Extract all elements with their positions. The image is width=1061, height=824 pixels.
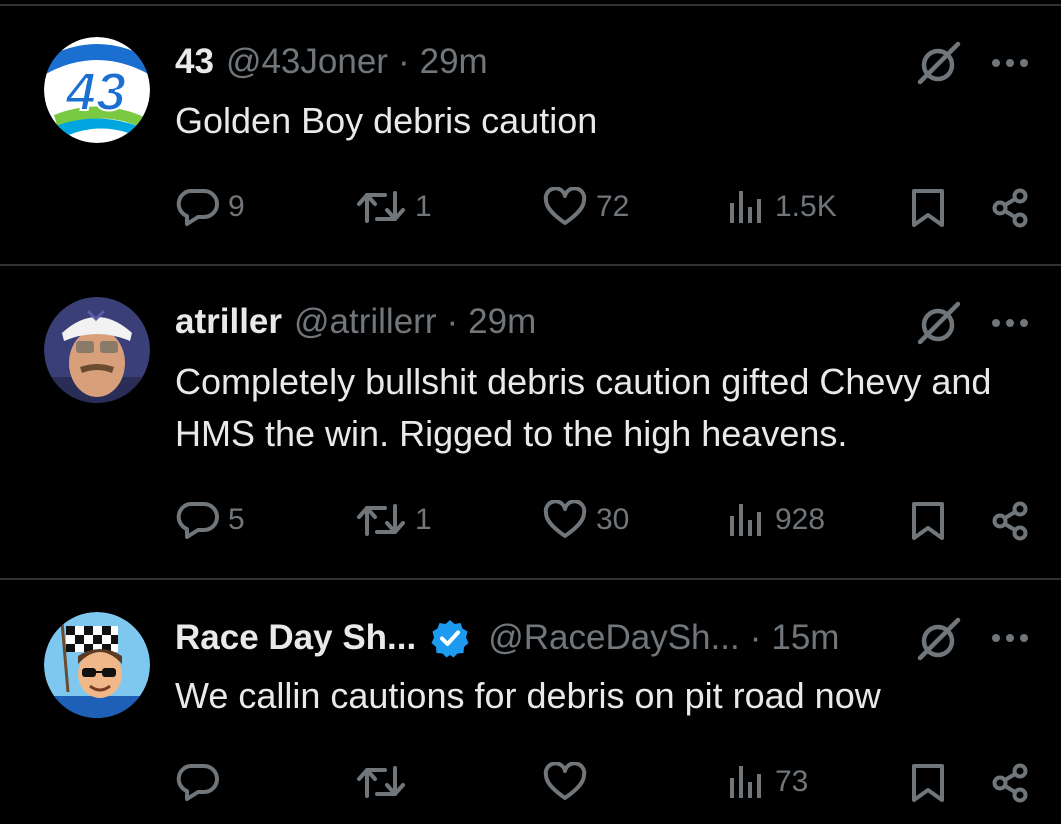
like-count: 30 — [596, 503, 630, 536]
tweet-divider — [0, 264, 1061, 266]
views-count: 73 — [775, 765, 809, 798]
avatar[interactable]: 43 — [44, 37, 150, 143]
display-name[interactable]: 43 — [175, 42, 214, 82]
like-button[interactable] — [542, 762, 596, 802]
reply-button[interactable]: 9 — [176, 187, 245, 227]
tweet-header: 43 @43Joner · 29m — [175, 37, 488, 87]
views-button[interactable]: 73 — [727, 762, 808, 802]
bookmark-icon[interactable] — [910, 500, 946, 542]
repost-count: 1 — [415, 190, 432, 223]
separator: · — [446, 302, 459, 341]
reply-count: 5 — [228, 503, 245, 536]
more-icon[interactable] — [990, 53, 1034, 73]
views-count: 928 — [775, 503, 826, 536]
repost-icon — [357, 766, 405, 798]
avatar-43-text: 43 — [65, 62, 126, 122]
timestamp[interactable]: 15m — [771, 618, 839, 658]
user-handle[interactable]: @43Joner — [226, 42, 388, 82]
heart-icon — [543, 187, 587, 225]
repost-button[interactable]: 1 — [355, 187, 432, 227]
tweet-header: Race Day Sh... @RaceDaySh... · 15m — [175, 613, 839, 663]
share-icon[interactable] — [990, 501, 1030, 541]
user-handle[interactable]: @atrillerr — [294, 302, 436, 342]
views-button[interactable]: 928 — [727, 500, 825, 540]
top-divider — [0, 4, 1061, 6]
tweet-text: We callin cautions for debris on pit roa… — [175, 675, 881, 716]
avatar-cartoon — [44, 612, 150, 718]
bookmark-icon[interactable] — [910, 187, 946, 229]
avatar[interactable] — [44, 297, 150, 403]
user-handle[interactable]: @RaceDaySh... — [488, 618, 739, 658]
tweet-divider — [0, 578, 1061, 580]
like-button[interactable]: 30 — [542, 500, 629, 540]
bookmark-icon[interactable] — [910, 762, 946, 804]
display-name[interactable]: atriller — [175, 302, 282, 342]
reply-icon — [176, 189, 219, 226]
share-icon[interactable] — [990, 763, 1030, 803]
repost-button[interactable]: 1 — [355, 500, 432, 540]
share-icon[interactable] — [990, 188, 1030, 228]
more-icon[interactable] — [990, 628, 1034, 648]
timestamp[interactable]: 29m — [468, 302, 536, 342]
repost-icon — [357, 191, 405, 223]
like-count: 72 — [596, 190, 630, 223]
views-icon — [730, 766, 761, 798]
like-button[interactable]: 72 — [542, 187, 629, 227]
tweet-text: Golden Boy debris caution — [175, 100, 598, 141]
timestamp[interactable]: 29m — [420, 42, 488, 82]
tweet-header: atriller @atrillerr · 29m — [175, 297, 536, 347]
separator: · — [397, 42, 410, 81]
grok-icon[interactable] — [914, 38, 964, 88]
display-name[interactable]: Race Day Sh... — [175, 618, 416, 658]
reply-button[interactable] — [176, 762, 228, 802]
avatar-43-logo: 43 — [44, 37, 150, 143]
reply-count: 9 — [228, 190, 245, 223]
views-icon — [730, 504, 761, 536]
reply-icon — [176, 502, 219, 539]
grok-icon[interactable] — [914, 298, 964, 348]
avatar-photo — [44, 297, 150, 403]
repost-button[interactable] — [355, 762, 415, 802]
reply-icon — [176, 764, 219, 801]
separator: · — [749, 618, 762, 657]
reply-button[interactable]: 5 — [176, 500, 245, 540]
more-icon[interactable] — [990, 313, 1034, 333]
avatar[interactable] — [44, 612, 150, 718]
repost-count: 1 — [415, 503, 432, 536]
heart-icon — [543, 500, 587, 538]
repost-icon — [357, 504, 405, 536]
views-icon — [730, 191, 761, 223]
views-button[interactable]: 1.5K — [727, 187, 837, 227]
heart-icon — [543, 762, 587, 800]
views-count: 1.5K — [775, 190, 837, 223]
tweet-text: Completely bullshit debris caution gifte… — [175, 361, 992, 454]
grok-icon[interactable] — [914, 614, 964, 664]
verified-badge-icon — [431, 620, 469, 658]
